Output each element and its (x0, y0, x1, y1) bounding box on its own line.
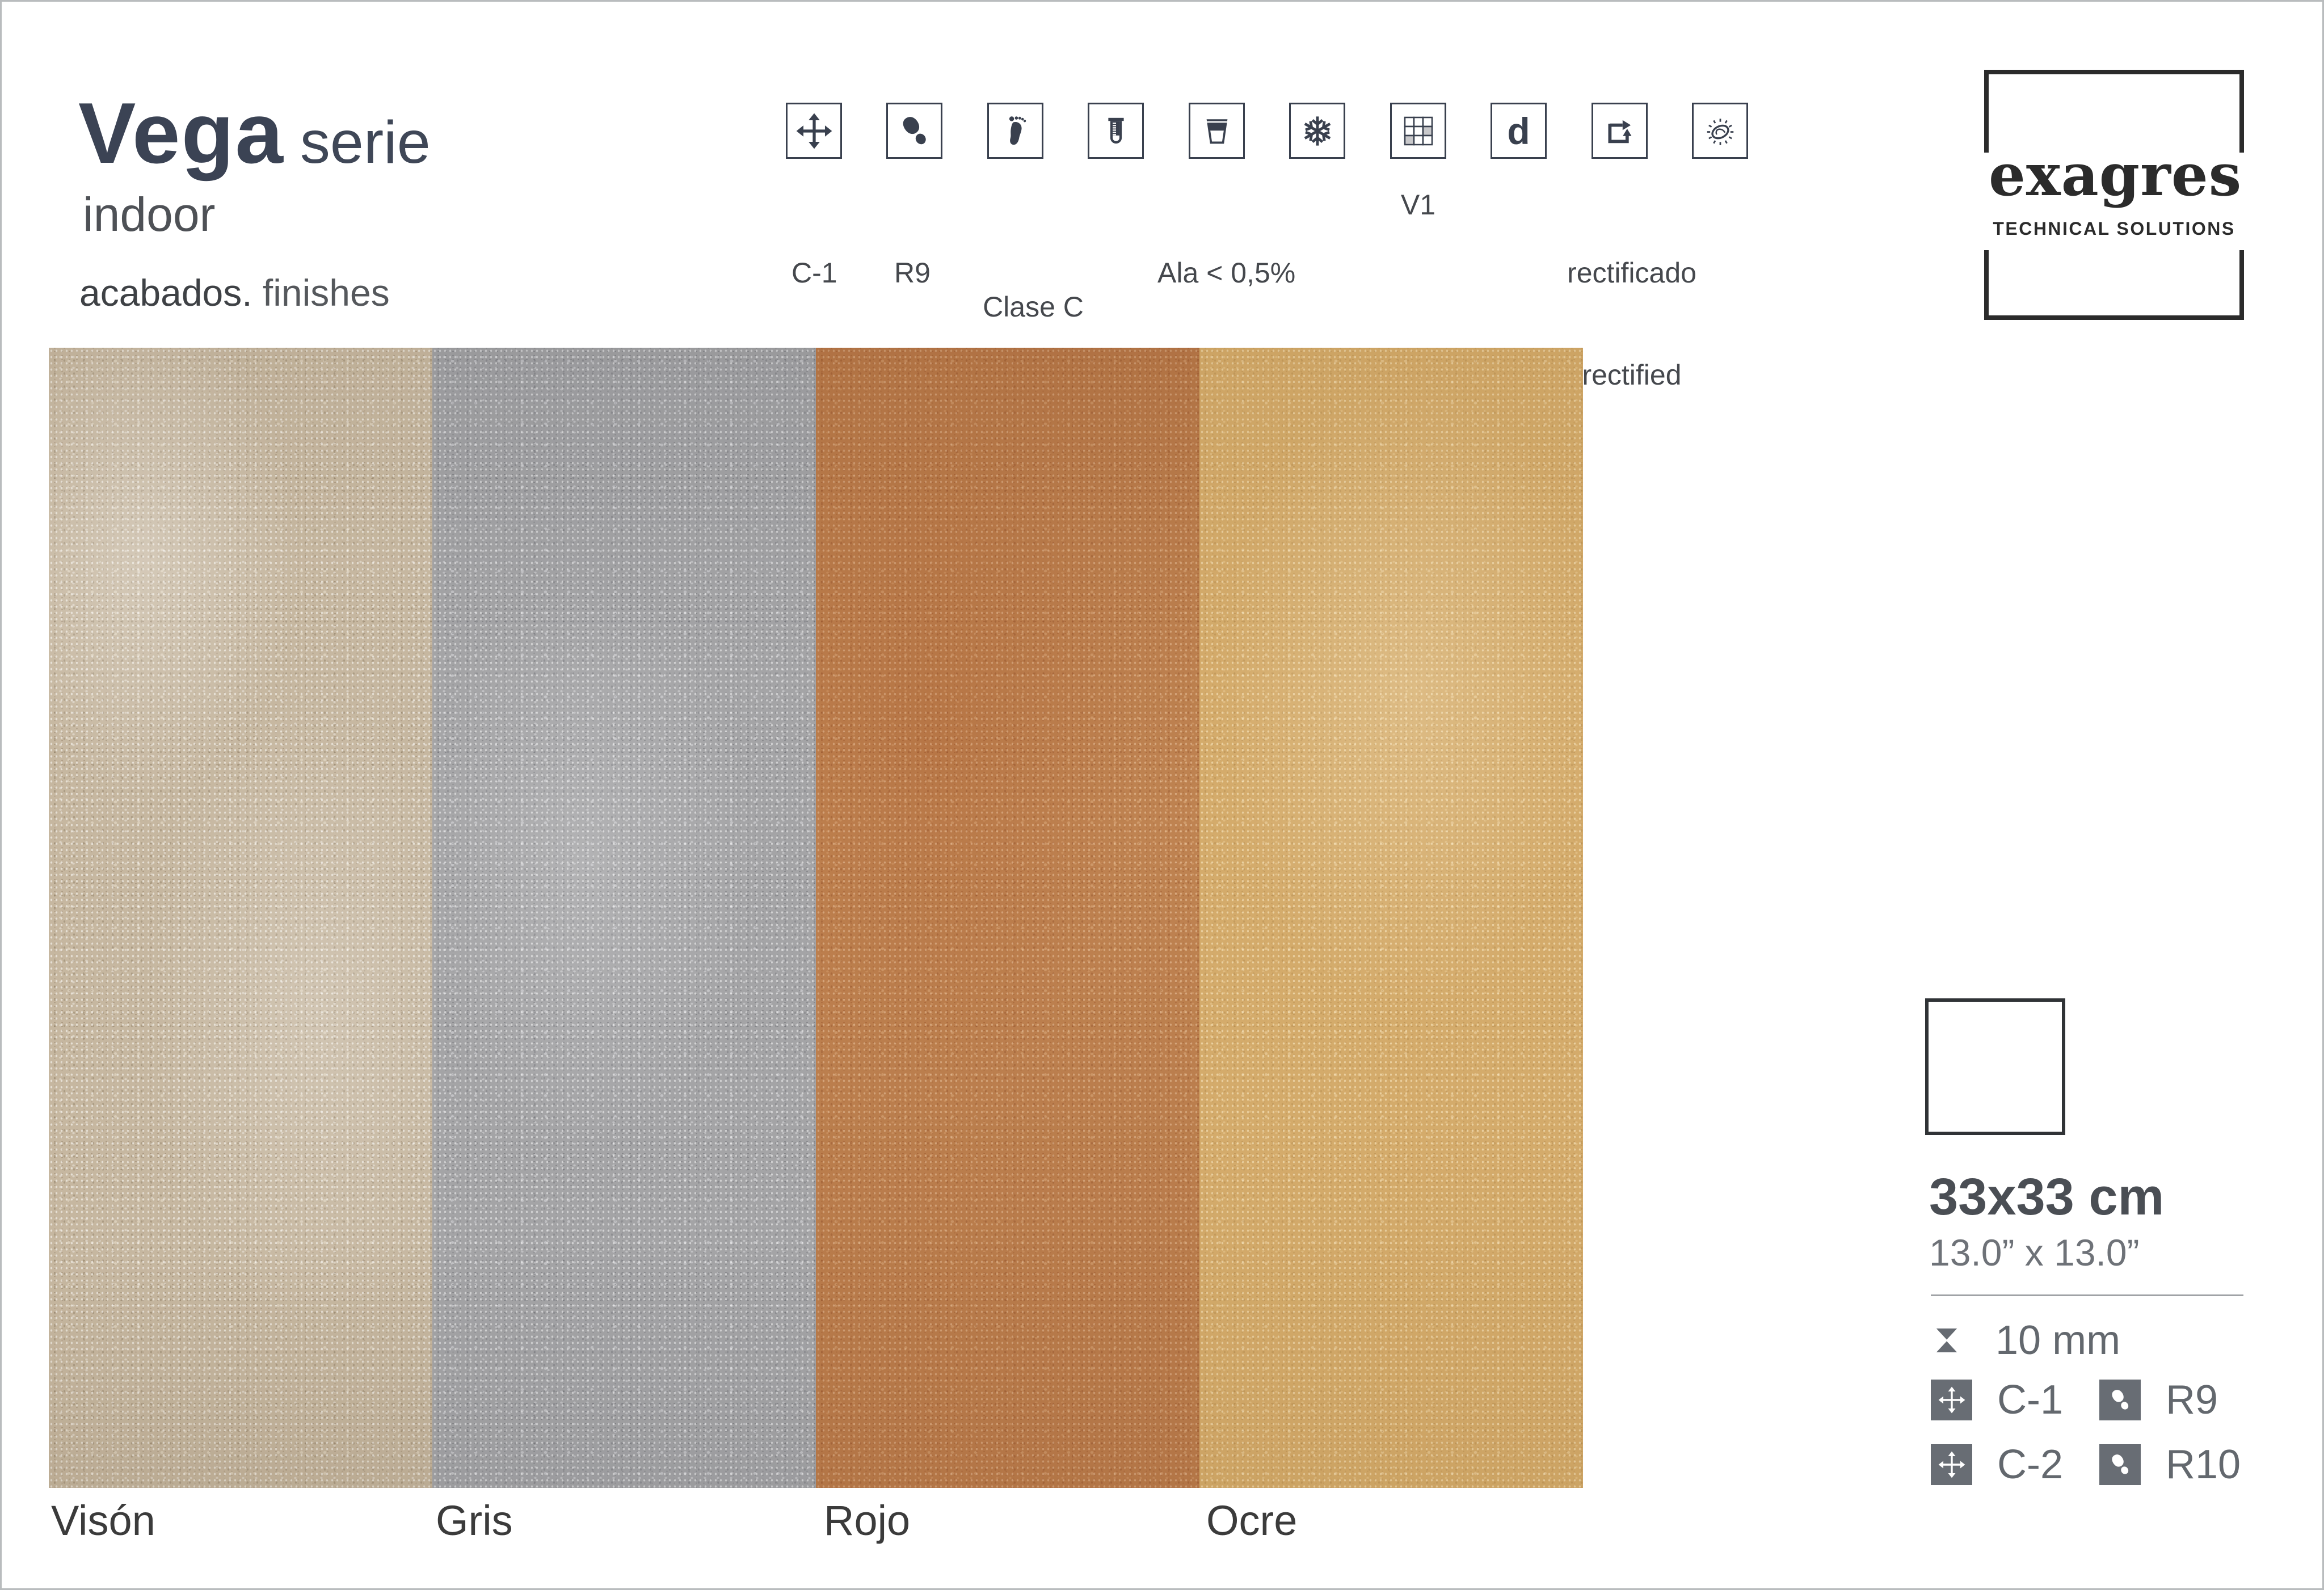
tile-swatch-ocre (1199, 348, 1583, 1488)
tile-swatch-strip (49, 348, 1583, 1488)
rectified-arrows-icon (1592, 103, 1648, 159)
thickness-row: 10 mm (1931, 1317, 2120, 1364)
absorption-glass-icon (1189, 103, 1245, 159)
rating-row-2: C-2 R10 (1931, 1441, 2268, 1488)
page-title: Vegaserie (78, 84, 431, 183)
size-inch-text: 13.0” x 13.0” (1929, 1231, 2140, 1274)
slip-rating-value: R10 (2166, 1441, 2268, 1488)
move-arrows-icon (1931, 1380, 1972, 1420)
exagres-logo: exagres TECHNICAL SOLUTIONS (1984, 70, 2244, 320)
hourglass-icon (1931, 1325, 1963, 1356)
slip-rating-value: R9 (2166, 1377, 2268, 1423)
series-name: Vega (78, 85, 284, 182)
thickness-value: 10 mm (1995, 1317, 2120, 1364)
move-arrows-icon (786, 103, 842, 159)
rating-row-1: C-1 R9 (1931, 1377, 2268, 1423)
tile-blotch-texture (49, 348, 432, 1488)
frost-snowflake-icon (1289, 103, 1345, 159)
logo-tagline: TECHNICAL SOLUTIONS (1989, 218, 2239, 239)
shade-variation-label: V1 (1390, 188, 1446, 222)
move-arrows-icon (1931, 1444, 1972, 1485)
shoe-print-icon (2099, 1444, 2141, 1485)
finishes-caption: acabados. finishes (79, 271, 390, 314)
tile-name-ocre: Ocre (1206, 1496, 1297, 1545)
tile-swatch-gris (432, 348, 816, 1488)
tile-blotch-texture (1199, 348, 1583, 1488)
d-letter: d (1507, 112, 1530, 150)
finishes-caption-en: finishes (252, 272, 390, 314)
test-tube-icon (1088, 103, 1144, 159)
logo-brand-text: exagres (1989, 141, 2239, 209)
tile-name-gris: Gris (436, 1496, 513, 1545)
sidebar-divider (1931, 1294, 2243, 1296)
tile-blotch-texture (432, 348, 816, 1488)
thickness-d-icon: d (1491, 103, 1547, 159)
series-suffix: serie (300, 109, 431, 176)
wear-rating-value: C-1 (1997, 1377, 2099, 1423)
shade-variation-grid-icon (1390, 103, 1446, 159)
finishes-caption-es: acabados. (79, 272, 252, 314)
size-cm-text: 33x33 cm (1929, 1167, 2164, 1227)
tile-format-outline (1925, 998, 2065, 1135)
shoe-print-icon (2099, 1380, 2141, 1420)
tile-swatch-rojo (816, 348, 1199, 1488)
tile-name-vison: Visón (51, 1496, 155, 1545)
series-subtitle: indoor (83, 187, 216, 242)
antibacterial-microbe-icon (1692, 103, 1748, 159)
tile-swatch-vison (49, 348, 432, 1488)
tile-blotch-texture (816, 348, 1199, 1488)
tile-name-rojo: Rojo (824, 1496, 910, 1545)
shoe-print-icon (886, 103, 942, 159)
wear-rating-value: C-2 (1997, 1441, 2099, 1488)
barefoot-icon (987, 103, 1043, 159)
